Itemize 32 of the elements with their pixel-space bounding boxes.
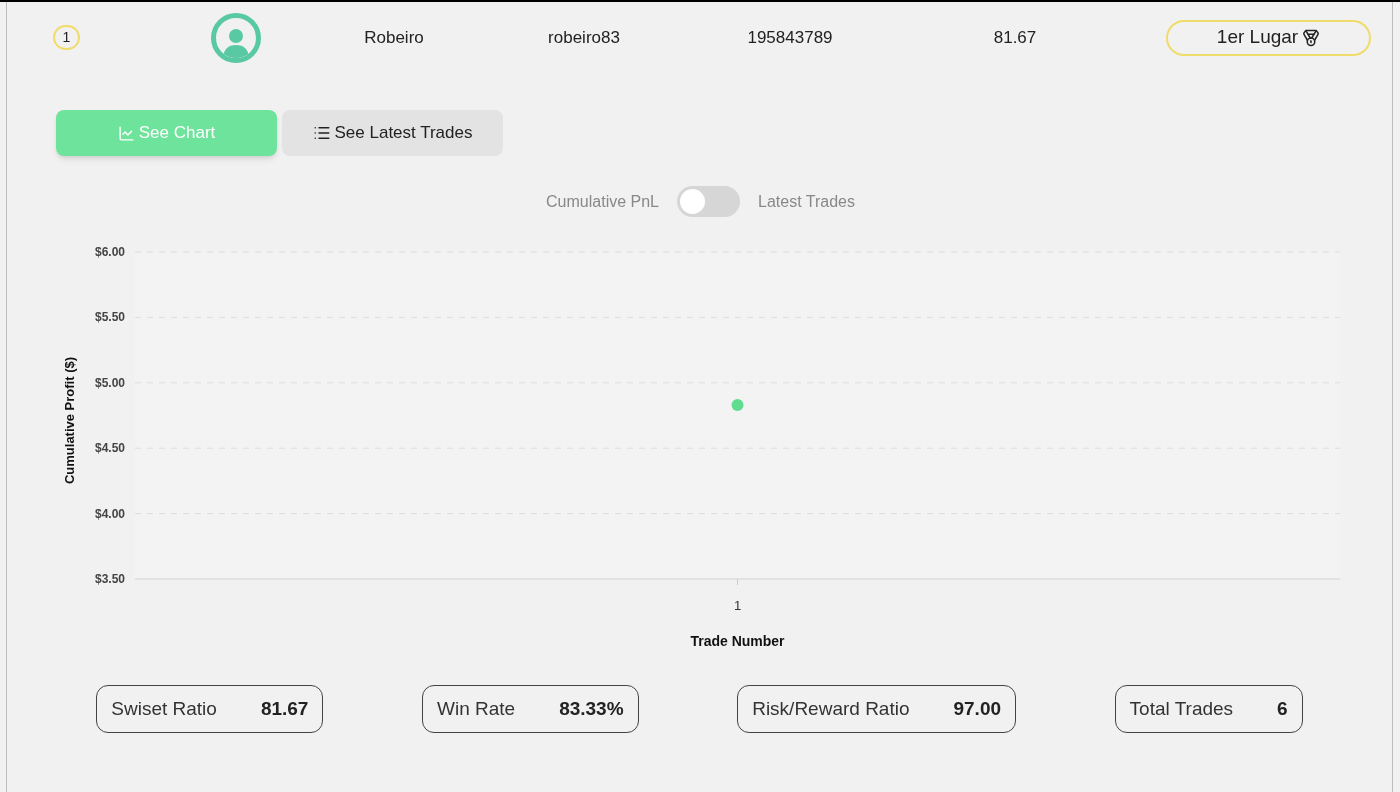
stat-label: Win Rate (437, 696, 516, 721)
player-name: Robeiro (363, 26, 425, 49)
username: robeiro83 (547, 26, 621, 49)
y-axis-title: Cumulative Profit ($) (62, 356, 77, 485)
stat-value: 97.00 (953, 696, 1002, 721)
stat-label: Total Trades (1129, 696, 1234, 721)
toggle-left-label: Cumulative PnL (546, 191, 659, 212)
y-tick-label: $5.00 (94, 375, 125, 390)
line-chart-icon (117, 124, 135, 142)
toggle-right-label: Latest Trades (758, 191, 855, 212)
account-number: 195843789 (746, 26, 834, 49)
badge-label: 1er Lugar (1216, 25, 1299, 50)
data-point (731, 399, 744, 412)
y-tick-label: $4.00 (94, 506, 125, 521)
y-tick-label: $3.50 (94, 572, 125, 586)
stat-label: Swiset Ratio (111, 696, 217, 721)
y-tick-label: $5.50 (94, 310, 125, 325)
stat-value: 81.67 (260, 696, 309, 721)
x-tick-label: 1 (733, 598, 742, 613)
view-toggle[interactable] (677, 186, 740, 217)
stat-value: 6 (1277, 696, 1288, 721)
score: 81.67 (992, 26, 1038, 49)
rank-number: 1 (53, 25, 80, 50)
stat-value: 83.33% (559, 696, 624, 721)
avatar-icon (211, 12, 261, 63)
y-tick-label: $4.50 (94, 441, 125, 456)
stat-label: Risk/Reward Ratio (752, 696, 910, 721)
x-axis-title: Trade Number (690, 633, 785, 649)
view-tab[interactable]: See Latest Trades (282, 110, 503, 156)
medal-icon (1302, 28, 1321, 47)
y-tick-label: $6.00 (94, 245, 125, 259)
list-icon (312, 124, 331, 142)
